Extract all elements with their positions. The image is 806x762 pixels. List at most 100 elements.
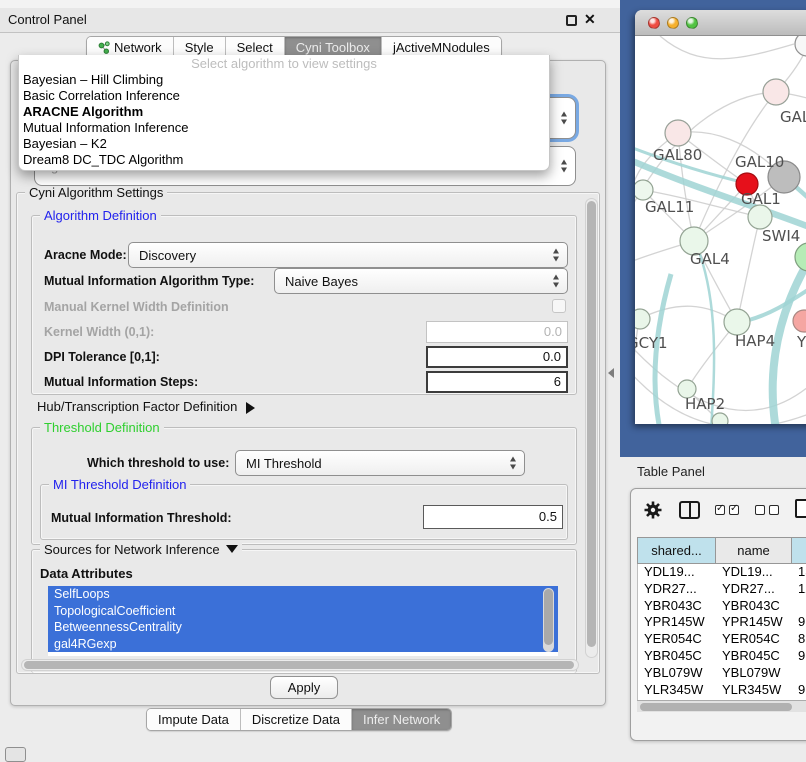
- control-panel-titlebar: Control Panel ✕: [0, 8, 620, 33]
- stepper-icon: [509, 457, 518, 470]
- svg-text:GAL80: GAL80: [653, 146, 702, 164]
- table-row[interactable]: YBR045CYBR045C9.: [638, 648, 806, 665]
- kernel-width-input[interactable]: 0.0: [426, 321, 568, 343]
- algorithm-option-bayesian-hill-climbing[interactable]: Bayesian – Hill Climbing: [19, 72, 549, 88]
- svg-text:GAL: GAL: [780, 108, 806, 126]
- table-cell: YDL19...: [716, 564, 792, 581]
- svg-text:HAP4: HAP4: [735, 332, 775, 350]
- table-cell: YLR345W: [638, 682, 716, 699]
- list-scrollbar[interactable]: [543, 588, 554, 652]
- attribute-item[interactable]: gal4RGexp: [48, 636, 558, 653]
- tab-impute-data[interactable]: Impute Data: [147, 709, 241, 730]
- sources-title[interactable]: Sources for Network Inference: [40, 542, 242, 557]
- column-header-col2[interactable]: [792, 538, 806, 563]
- algorithm-option-bayesian-k2[interactable]: Bayesian – K2: [19, 136, 549, 152]
- table-rows: YDL19...YDL19...13YDR27...YDR27...12YBR0…: [637, 564, 806, 704]
- settings-group-title: Cyni Algorithm Settings: [25, 185, 167, 200]
- mi-threshold-definition-title: MI Threshold Definition: [49, 477, 190, 492]
- aracne-mode-combobox[interactable]: Discovery: [128, 242, 568, 268]
- hub-section-toggle[interactable]: Hub/Transcription Factor Definition: [37, 399, 255, 414]
- settings-vertical-scrollbar[interactable]: [585, 198, 598, 658]
- svg-text:GCY1: GCY1: [635, 334, 668, 352]
- table-horizontal-scrollbar[interactable]: [637, 700, 806, 712]
- table-cell: [792, 665, 806, 682]
- bottom-tab-bar: Impute DataDiscretize Data Infer Network: [146, 708, 452, 731]
- zoom-traffic-light[interactable]: [686, 17, 698, 29]
- expanded-arrow-icon: [226, 545, 238, 553]
- float-window-icon[interactable]: [566, 15, 577, 26]
- table-cell: 9.: [792, 614, 806, 631]
- which-threshold-value: MI Threshold: [246, 456, 322, 471]
- algorithm-option-mutual-information-inference[interactable]: Mutual Information Inference: [19, 120, 549, 136]
- gear-icon[interactable]: [643, 500, 663, 520]
- manual-kernel-checkbox[interactable]: [552, 299, 566, 313]
- mi-type-combobox[interactable]: Naive Bayes: [274, 268, 568, 294]
- show-columns-icon[interactable]: [715, 505, 739, 515]
- attribute-item[interactable]: BetweennessCentrality: [48, 619, 558, 636]
- network-window: GALGAL80GAL10GAL11GAL1SWI4GAL4GCY1HAP4YH…: [635, 10, 806, 424]
- cyni-algorithm-settings-group: Cyni Algorithm Settings Algorithm Defini…: [16, 192, 600, 674]
- table-row[interactable]: YPR145WYPR145W9.: [638, 614, 806, 631]
- table-row[interactable]: YDL19...YDL19...13: [638, 564, 806, 581]
- dropdown-placeholder: Select algorithm to view settings: [19, 55, 549, 72]
- table-panel-title: Table Panel: [637, 464, 705, 479]
- which-threshold-combobox[interactable]: MI Threshold: [235, 450, 525, 476]
- tab-discretize-data[interactable]: Discretize Data: [241, 709, 352, 730]
- algorithm-dropdown-popup: Select algorithm to view settings Bayesi…: [18, 55, 550, 171]
- algorithm-definition-title: Algorithm Definition: [40, 208, 161, 223]
- export-table-icon[interactable]: [795, 499, 806, 518]
- table-cell: YER054C: [716, 631, 792, 648]
- aracne-mode-value: Discovery: [139, 248, 196, 263]
- algorithm-option-basic-correlation-inference[interactable]: Basic Correlation Inference: [19, 88, 549, 104]
- table-cell: YBL079W: [716, 665, 792, 682]
- threshold-definition-group: Threshold Definition Which threshold to …: [31, 427, 577, 545]
- algorithm-option-dream8-dc-tdc-algorithm[interactable]: Dream8 DC_TDC Algorithm: [19, 152, 549, 168]
- table-cell: YBL079W: [638, 665, 716, 682]
- network-view[interactable]: GALGAL80GAL10GAL11GAL1SWI4GAL4GCY1HAP4YH…: [635, 36, 806, 424]
- mi-threshold-input[interactable]: 0.5: [423, 505, 563, 529]
- apply-button[interactable]: Apply: [270, 676, 338, 699]
- mi-threshold-label: Mutual Information Threshold:: [51, 511, 232, 525]
- table-row[interactable]: YBL079WYBL079W: [638, 665, 806, 682]
- table-cell: YER054C: [638, 631, 716, 648]
- table-row[interactable]: YLR345WYLR345W9.: [638, 682, 806, 699]
- threshold-definition-title: Threshold Definition: [40, 420, 164, 435]
- column-header-name[interactable]: name: [716, 538, 792, 563]
- mi-type-label: Mutual Information Algorithm Type:: [44, 274, 254, 288]
- tab-infer-network[interactable]: Infer Network: [352, 709, 451, 730]
- attribute-item[interactable]: TopologicalCoefficient: [48, 603, 558, 620]
- hide-columns-icon[interactable]: [755, 505, 779, 515]
- split-columns-icon[interactable]: [679, 501, 700, 519]
- table-cell: YDL19...: [638, 564, 716, 581]
- attribute-item[interactable]: SelfLoops: [48, 586, 558, 603]
- mi-steps-label: Mutual Information Steps:: [44, 375, 198, 389]
- dpi-tolerance-input[interactable]: 0.0: [426, 346, 568, 368]
- table-cell: YPR145W: [716, 614, 792, 631]
- svg-text:GAL4: GAL4: [690, 250, 730, 268]
- close-icon[interactable]: ✕: [584, 11, 596, 28]
- table-cell: 8.: [792, 631, 806, 648]
- table-row[interactable]: YER054CYER054C8.: [638, 631, 806, 648]
- table-cell: YDR27...: [638, 581, 716, 598]
- sources-group: Sources for Network Inference Data Attri…: [31, 549, 577, 673]
- mi-steps-input[interactable]: 6: [426, 371, 568, 393]
- svg-text:HAP2: HAP2: [685, 395, 725, 413]
- svg-text:GAL11: GAL11: [645, 198, 694, 216]
- minimized-panel-button[interactable]: [5, 747, 26, 762]
- close-traffic-light[interactable]: [648, 17, 660, 29]
- minimize-traffic-light[interactable]: [667, 17, 679, 29]
- node-table: shared...name YDL19...YDL19...13YDR27...…: [637, 537, 806, 704]
- table-cell: 9.: [792, 682, 806, 699]
- app: Control Panel ✕ NetworkStyleSelectCyni T…: [0, 0, 806, 762]
- column-header-shared[interactable]: shared...: [638, 538, 716, 563]
- table-cell: 12: [792, 581, 806, 598]
- settings-horizontal-scrollbar[interactable]: [21, 659, 579, 671]
- table-row[interactable]: YBR043CYBR043C: [638, 598, 806, 615]
- algorithm-dropdown-items: Bayesian – Hill ClimbingBasic Correlatio…: [19, 72, 549, 168]
- network-window-titlebar[interactable]: [635, 10, 806, 36]
- tab-label: Infer Network: [363, 709, 440, 730]
- panel-collapse-arrow-icon[interactable]: [608, 368, 614, 378]
- table-cell: 9.: [792, 648, 806, 665]
- table-row[interactable]: YDR27...YDR27...12: [638, 581, 806, 598]
- algorithm-option-aracne-algorithm[interactable]: ARACNE Algorithm: [19, 104, 549, 120]
